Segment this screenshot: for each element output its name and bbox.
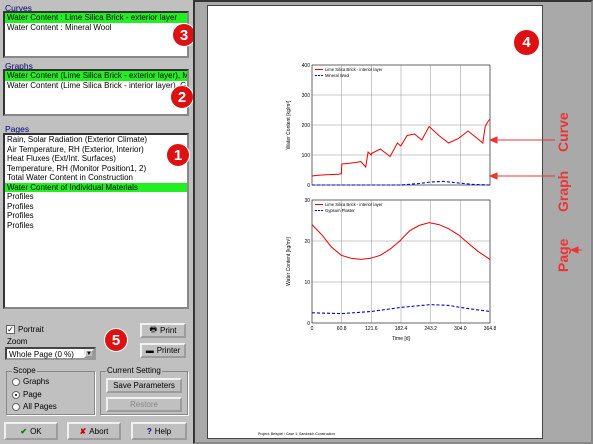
annotation-curve: Curve	[555, 112, 571, 152]
help-label: Help	[154, 426, 172, 436]
portrait-checkbox[interactable]: ✓	[6, 325, 15, 334]
badge-2: 2	[170, 85, 194, 109]
help-icon: ?	[146, 426, 152, 436]
radio-icon[interactable]	[12, 402, 20, 411]
radio-icon[interactable]	[12, 390, 20, 399]
badge-4: 4	[513, 29, 540, 56]
printer-setup-icon: ▬	[145, 346, 154, 355]
scope-option-all-pages[interactable]: All Pages	[12, 402, 57, 411]
cross-icon: ✘	[79, 426, 87, 436]
abort-button[interactable]: ✘ Abort	[67, 422, 121, 440]
annotation-page: Page	[555, 238, 571, 272]
abort-label: Abort	[89, 426, 109, 436]
paper-footer: Project: Beispiel / Case 1: Sandwich-Con…	[258, 432, 336, 436]
portrait-checkbox-row[interactable]: ✓ Portrait	[6, 325, 44, 334]
scope-option-label: All Pages	[23, 402, 57, 411]
check-icon: ✔	[20, 426, 28, 436]
radio-icon[interactable]	[12, 377, 20, 386]
scope-option-label: Graphs	[23, 377, 50, 386]
portrait-label: Portrait	[18, 325, 44, 334]
restore-button[interactable]: Restore	[106, 397, 182, 412]
pages-listbox[interactable]: Rain, Solar Radiation (Exterior Climate)…	[3, 133, 189, 309]
page-item[interactable]: Rain, Solar Radiation (Exterior Climate)	[5, 135, 187, 145]
curves-listbox[interactable]: Water Content : Lime Silica Brick - exte…	[3, 11, 189, 58]
graphs-listbox[interactable]: Water Content (Lime Silica Brick - exter…	[3, 69, 189, 116]
current-setting-title: Current Setting	[106, 366, 162, 375]
print-label: Print	[160, 326, 177, 335]
page-item[interactable]: Heat Fluxes (Ext/Int. Surfaces)	[5, 154, 187, 164]
badge-1: 1	[166, 143, 190, 167]
page-item[interactable]: Profiles	[5, 211, 187, 221]
help-button[interactable]: ? Help	[131, 422, 187, 440]
printer-icon: 🖶	[149, 324, 158, 334]
annotation-graph: Graph	[555, 170, 571, 212]
preview-page: Project: Beispiel / Case 1: Sandwich-Con…	[207, 5, 543, 439]
ok-label: OK	[30, 426, 42, 436]
graph-item[interactable]: Water Content (Lime Silica Brick - inter…	[5, 81, 187, 91]
scope-option-graphs[interactable]: Graphs	[12, 377, 49, 386]
badge-5: 5	[104, 328, 128, 352]
page-item[interactable]: Water Content of Individual Materials	[5, 182, 187, 192]
scope-option-page[interactable]: Page	[12, 390, 42, 399]
printer-button[interactable]: ▬ Printer	[140, 343, 186, 358]
page-item[interactable]: Profiles	[5, 192, 187, 202]
page-item[interactable]: Profiles	[5, 221, 187, 231]
print-button[interactable]: 🖶 Print	[140, 323, 186, 338]
scope-option-label: Page	[23, 390, 42, 399]
curve-item[interactable]: Water Content : Mineral Wool	[5, 23, 187, 33]
ok-button[interactable]: ✔ OK	[4, 422, 58, 440]
zoom-label: Zoom	[7, 337, 28, 346]
zoom-value: Whole Page (0 %)	[9, 350, 74, 359]
page-item[interactable]: Profiles	[5, 202, 187, 212]
graph-item[interactable]: Water Content (Lime Silica Brick - exter…	[5, 71, 187, 81]
curve-item[interactable]: Water Content : Lime Silica Brick - exte…	[5, 13, 187, 23]
chevron-down-icon[interactable]: ▼	[84, 349, 94, 358]
save-parameters-button[interactable]: Save Parameters	[106, 378, 182, 393]
printer-label: Printer	[156, 346, 181, 355]
page-item[interactable]: Air Temperature, RH (Exterior, Interior)	[5, 145, 187, 155]
page-item[interactable]: Temperature, RH (Monitor Position1, 2)	[5, 164, 187, 174]
page-item[interactable]: Total Water Content in Construction	[5, 173, 187, 183]
zoom-select[interactable]: Whole Page (0 %) ▼	[5, 347, 96, 360]
scope-title: Scope	[12, 366, 37, 375]
